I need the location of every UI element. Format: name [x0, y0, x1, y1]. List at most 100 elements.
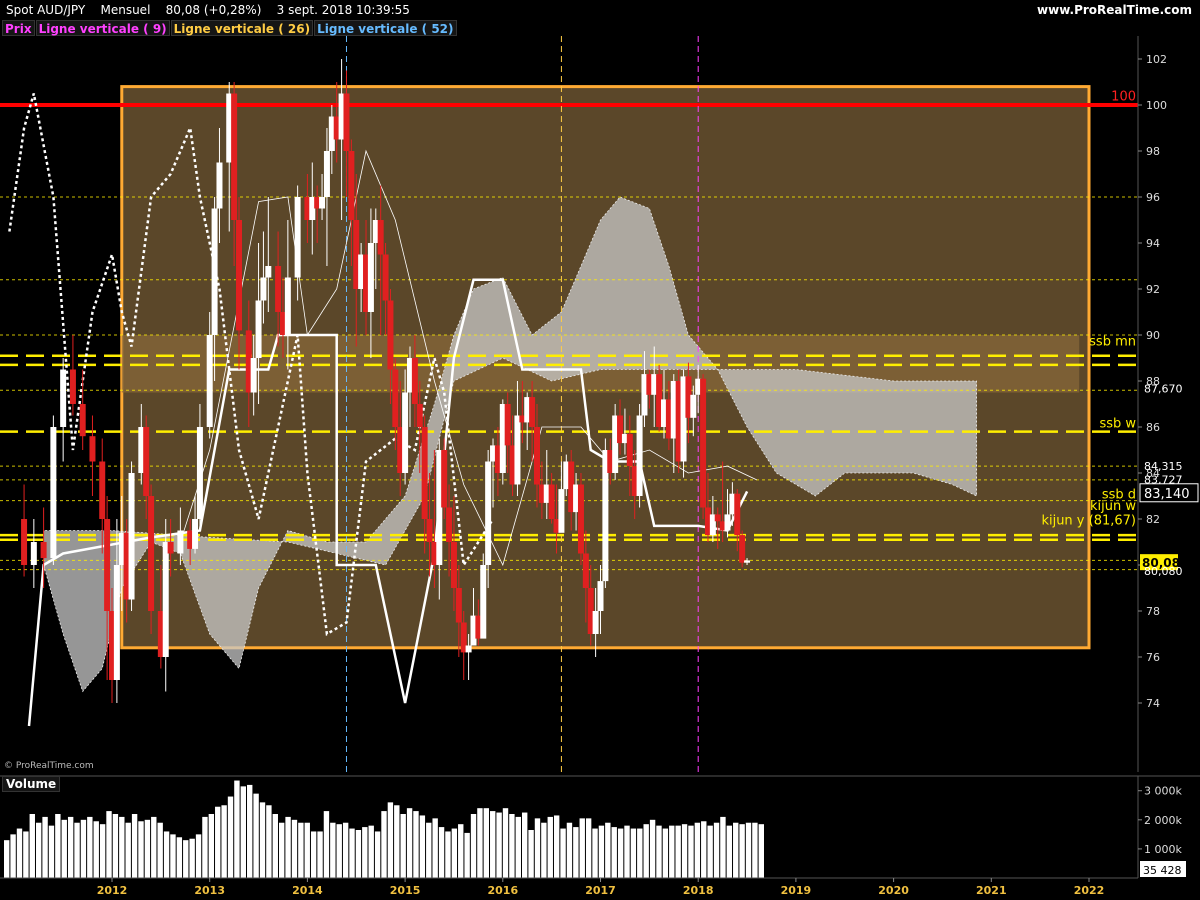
- candle-body: [343, 93, 350, 151]
- candle-body: [529, 397, 536, 427]
- volume-bar: [16, 828, 23, 878]
- candle-body: [99, 461, 106, 519]
- candle-body: [441, 450, 448, 508]
- price-label: 80,080: [1144, 565, 1183, 578]
- volume-bar: [234, 780, 240, 878]
- volume-bar: [733, 822, 739, 878]
- candle-body: [89, 436, 96, 462]
- volume-bar: [496, 812, 502, 878]
- volume-bar: [138, 821, 144, 878]
- volume-bar: [304, 822, 310, 878]
- candle-body: [714, 514, 721, 522]
- volume-bar: [151, 816, 157, 878]
- candle-body: [21, 519, 28, 565]
- volume-bar: [694, 822, 701, 878]
- candle-body: [143, 427, 150, 496]
- volume-bar: [144, 819, 151, 878]
- candle-body: [724, 514, 731, 531]
- price-tick-label: 78: [1146, 605, 1160, 618]
- time-tick-label: 2013: [194, 884, 225, 897]
- volume-bar: [611, 827, 617, 878]
- candle-body: [626, 433, 633, 467]
- candle-body: [177, 530, 184, 554]
- volume-bar: [605, 822, 611, 878]
- volume-bar: [42, 816, 48, 878]
- volume-bar: [669, 825, 675, 878]
- volume-bar: [272, 814, 278, 878]
- volume-bar: [80, 819, 87, 878]
- volume-bar: [432, 818, 438, 878]
- level-label: ssb w: [1099, 416, 1136, 431]
- candle-body: [104, 519, 111, 611]
- candle-body: [216, 162, 223, 209]
- volume-bar: [624, 825, 630, 878]
- candle-body: [636, 415, 643, 496]
- price-tick-label: 94: [1146, 237, 1160, 250]
- volume-bar: [592, 828, 598, 878]
- volume-bar: [566, 822, 573, 878]
- price-tick-label: 98: [1146, 145, 1160, 158]
- volume-bar: [278, 822, 285, 878]
- volume-bar: [726, 825, 733, 878]
- volume-title: Volume: [2, 776, 61, 792]
- candle-body: [592, 611, 599, 634]
- volume-bar: [298, 822, 304, 878]
- candle-body: [426, 519, 433, 542]
- candle-body: [387, 300, 394, 370]
- volume-bar: [713, 822, 720, 878]
- volume-bar: [349, 828, 355, 878]
- time-tick-label: 2014: [292, 884, 323, 897]
- price-axis: 7476788082848688909294969810010287,67084…: [1137, 36, 1200, 772]
- volume-bar: [176, 837, 183, 878]
- volume-bar: [585, 818, 592, 878]
- candle-body: [455, 588, 462, 623]
- candle-body: [319, 197, 326, 209]
- price-label: 84,315: [1144, 460, 1183, 473]
- volume-bar: [413, 811, 419, 878]
- volume-bar: [419, 815, 426, 878]
- volume-bar: [477, 808, 483, 878]
- volume-bar: [656, 825, 662, 878]
- volume-bar: [630, 828, 637, 878]
- volume-bar: [688, 825, 694, 878]
- volume-bar: [707, 825, 713, 878]
- candle-body: [348, 151, 355, 220]
- time-tick-label: 2022: [1074, 884, 1105, 897]
- candle-body: [558, 489, 565, 533]
- volume-bar: [579, 818, 585, 878]
- volume-bar: [4, 840, 10, 878]
- candle-body: [548, 484, 555, 519]
- volume-bar: [170, 834, 176, 878]
- volume-bar: [374, 831, 381, 878]
- volume-bar: [131, 814, 138, 878]
- candle-body: [392, 369, 399, 427]
- volume-bar: [675, 825, 681, 878]
- price-chart[interactable]: 100ssb mnssb wssb dkijun wkijun y (81,67…: [0, 0, 1200, 900]
- volume-bar: [547, 816, 553, 878]
- candle-body: [40, 542, 47, 559]
- candle-body: [504, 404, 511, 446]
- volume-bar: [259, 802, 266, 878]
- price-tick-label: 90: [1146, 329, 1160, 342]
- candle-body: [323, 151, 330, 197]
- volume-bar: [400, 814, 406, 878]
- time-axis: 2012 2013 2014 2015 2016 2017 2018 2019 2020 2021…: [0, 877, 1200, 900]
- time-tick-label: 2015: [390, 884, 421, 897]
- volume-bar: [74, 822, 80, 878]
- candle-body: [79, 404, 86, 437]
- candle-body: [231, 93, 238, 220]
- volume-bar: [29, 814, 35, 878]
- volume-bar: [336, 824, 342, 878]
- volume-tick-label: 3 000k: [1144, 785, 1182, 798]
- candle-body: [60, 369, 67, 427]
- volume-bar: [119, 816, 125, 878]
- candle-body: [485, 461, 492, 565]
- volume-bar: [758, 824, 764, 878]
- candle-body: [739, 535, 746, 563]
- volume-bar: [195, 834, 202, 878]
- volume-bar: [451, 828, 458, 878]
- volume-bar: [445, 831, 451, 878]
- volume-bar: [215, 806, 221, 878]
- volume-bar: [637, 828, 643, 878]
- volume-bar: [464, 832, 470, 878]
